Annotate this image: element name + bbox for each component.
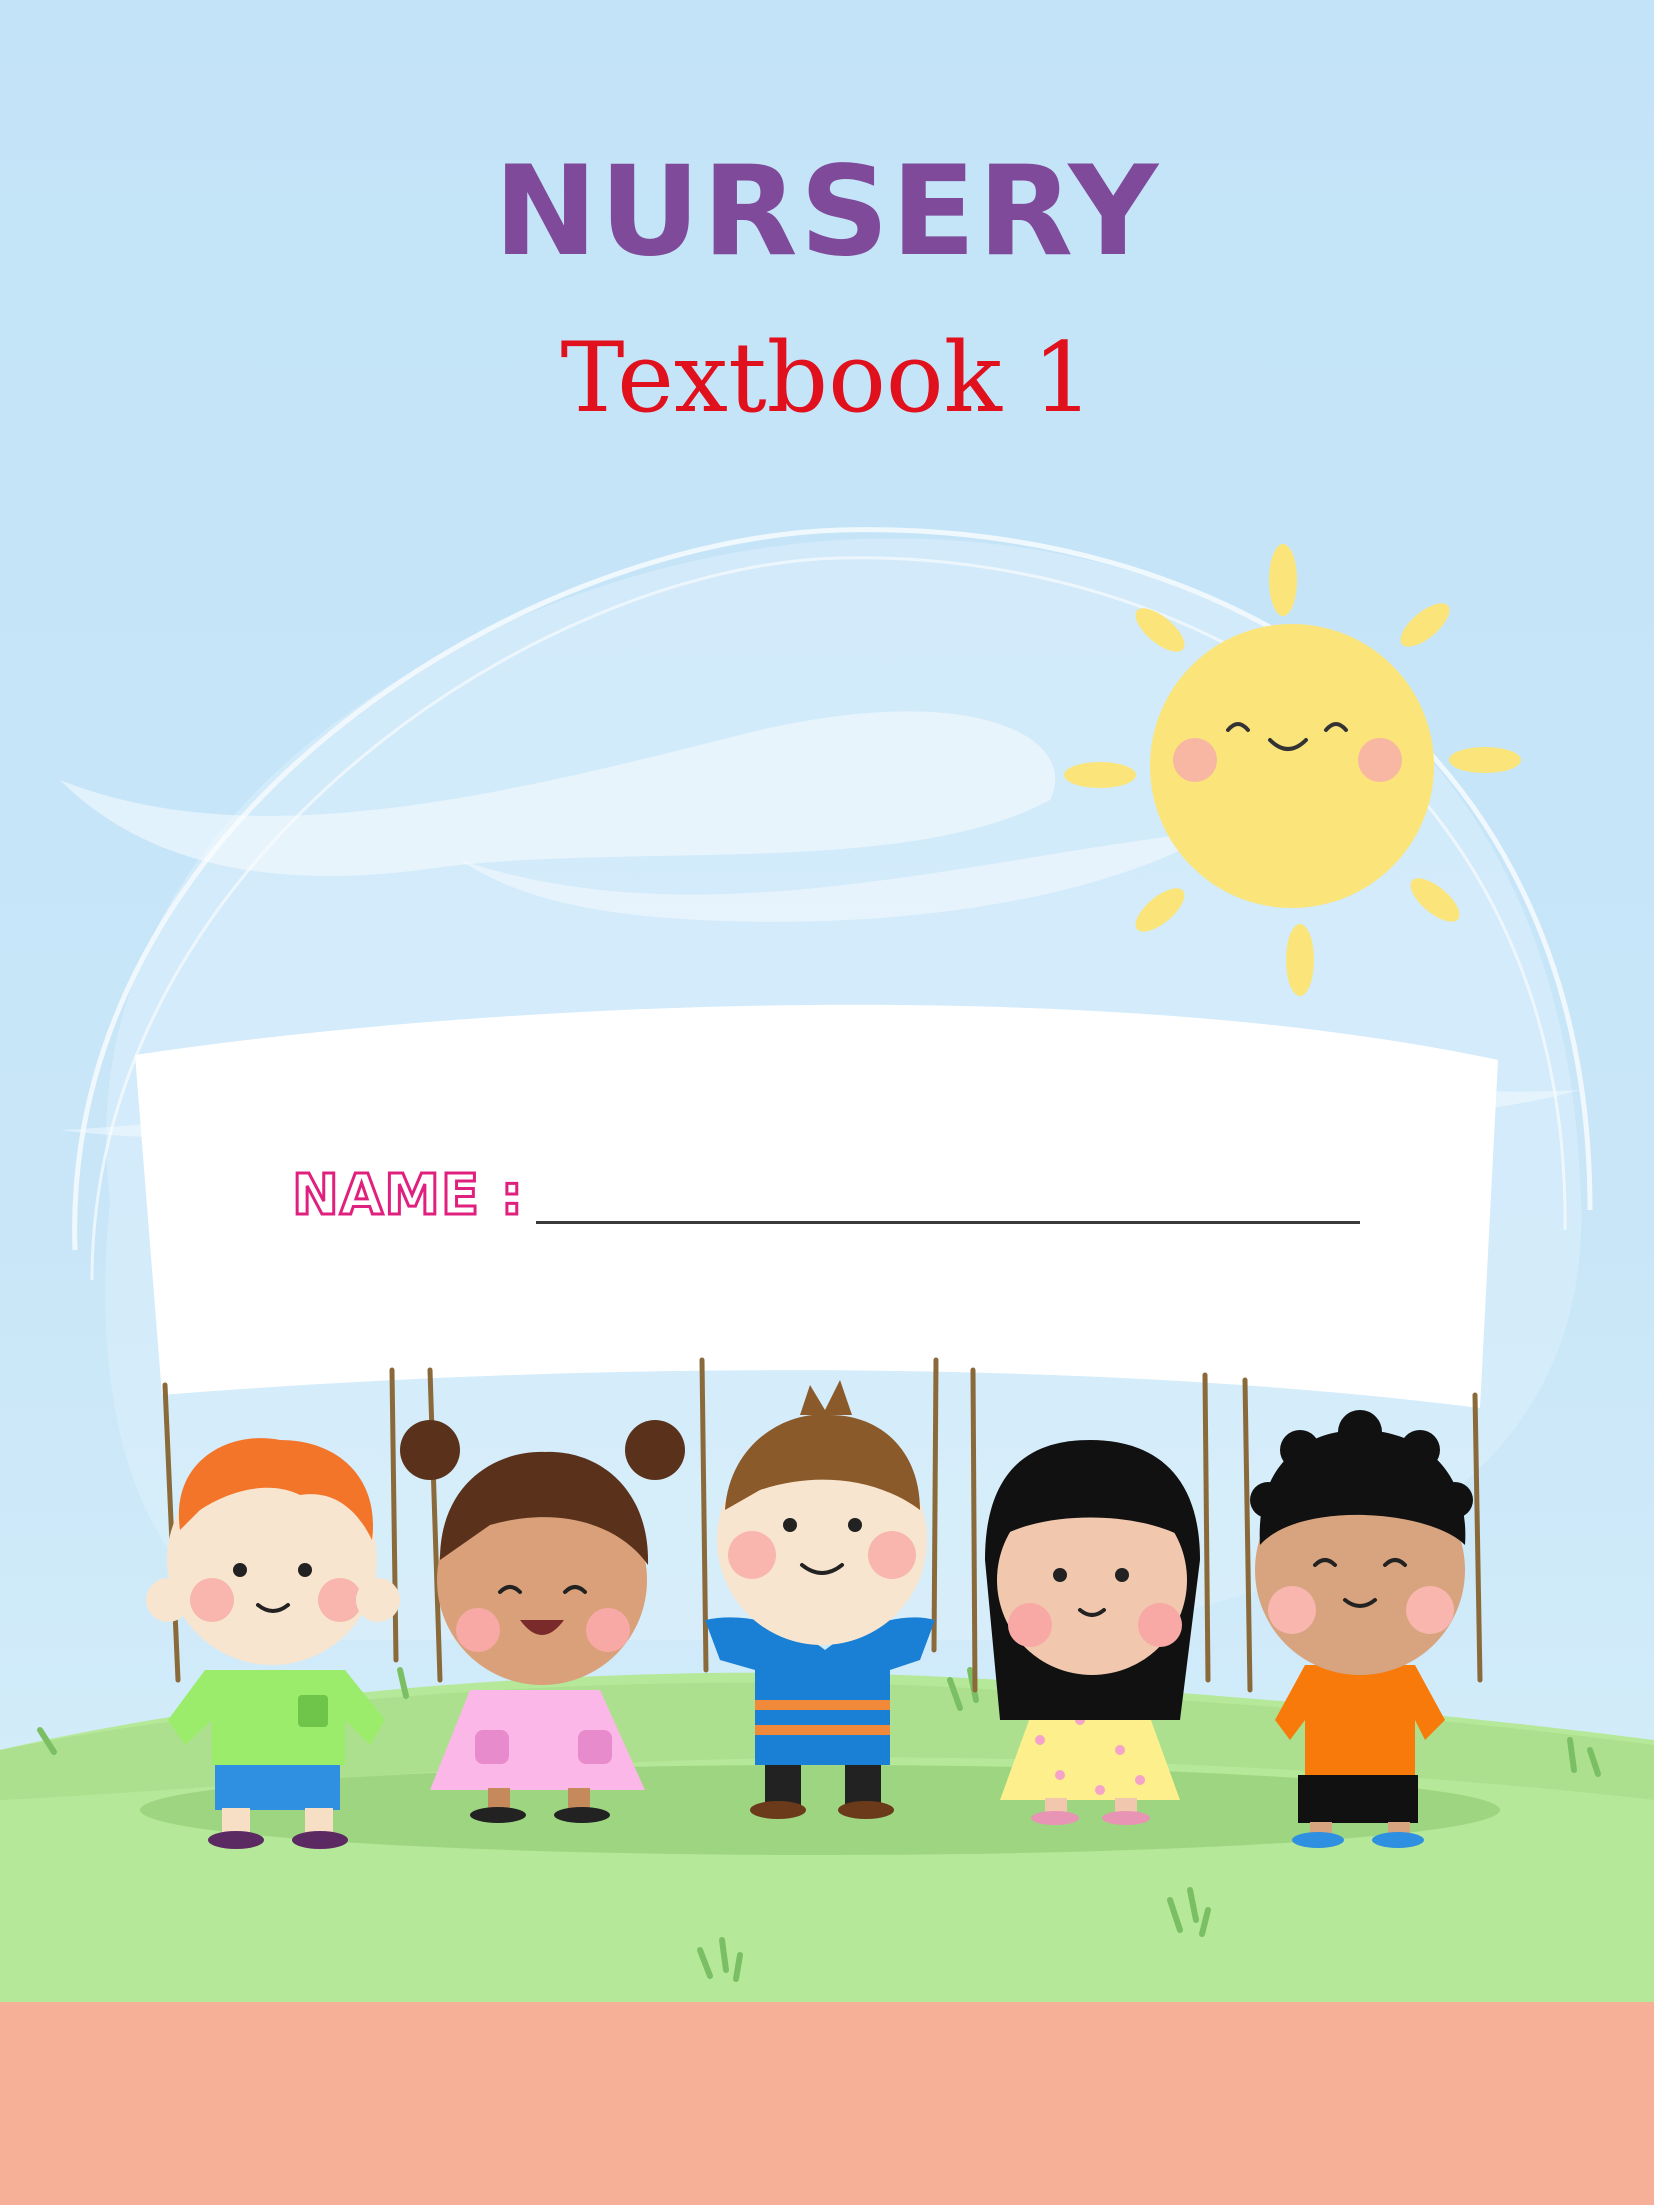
- child-4: [985, 1440, 1200, 1825]
- cover-illustration: [0, 527, 1654, 2010]
- footer-band: [0, 2002, 1654, 2205]
- textbook-cover: NURSERY Textbook 1 NAME:: [0, 0, 1654, 2205]
- name-write-line[interactable]: [536, 1221, 1360, 1224]
- name-label: NAME :: [290, 1163, 525, 1228]
